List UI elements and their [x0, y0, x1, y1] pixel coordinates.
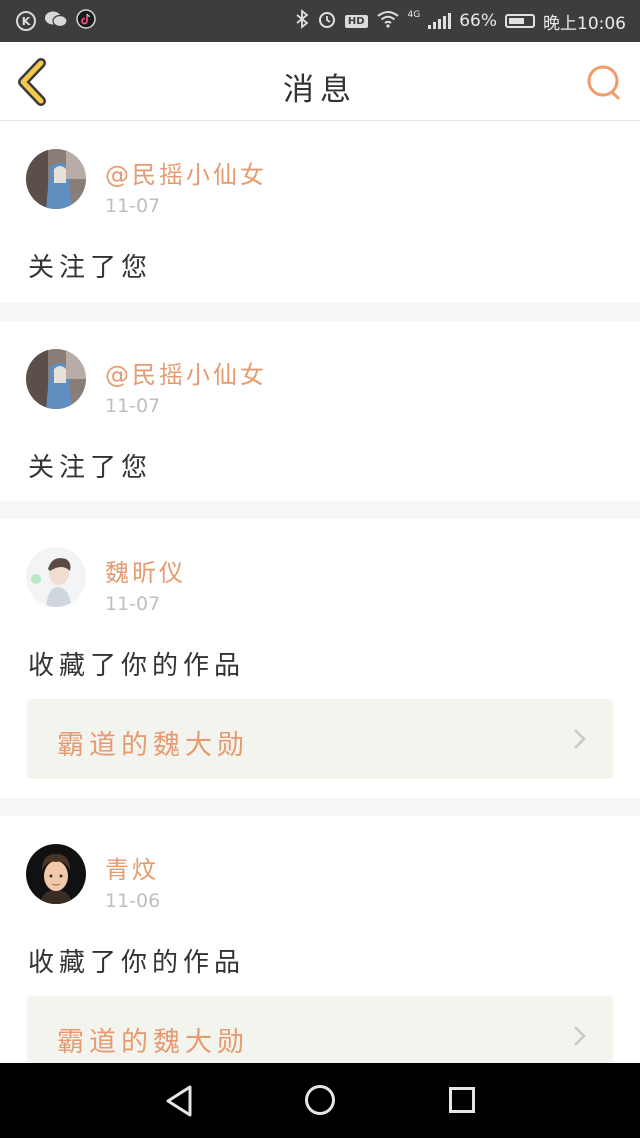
chevron-right-icon [574, 1026, 586, 1046]
system-nav-bar [0, 1063, 640, 1138]
wifi-icon [376, 10, 400, 33]
search-icon [587, 65, 620, 100]
message-action: 关注了您 [28, 253, 153, 283]
user-name[interactable]: @民摇小仙女 [105, 155, 267, 190]
message-action: 收藏了你的作品 [28, 948, 246, 978]
wechat-icon [44, 10, 68, 33]
hd-icon: HD [344, 14, 368, 28]
tiktok-icon [76, 8, 96, 34]
work-title: 霸道的魏大勋 [57, 1027, 249, 1058]
k-app-icon: K [16, 11, 36, 31]
page-title: 消息 [283, 72, 357, 108]
message-card[interactable]: 魏昕仪 11-07 收藏了你的作品 霸道的魏大勋 [0, 519, 640, 798]
message-date: 11-06 [105, 890, 161, 912]
message-date: 11-07 [105, 195, 161, 217]
header: 消息 [0, 42, 640, 121]
avatar[interactable] [26, 844, 86, 904]
work-title: 霸道的魏大勋 [57, 730, 249, 761]
message-action: 关注了您 [28, 453, 153, 483]
status-bar-right: HD 4G 66% 晚上10:06 [295, 8, 626, 34]
message-date: 11-07 [105, 593, 161, 615]
message-card[interactable]: @民摇小仙女 11-07 关注了您 [0, 121, 640, 303]
message-date: 11-07 [105, 395, 161, 417]
avatar[interactable] [26, 349, 86, 409]
message-action: 收藏了你的作品 [28, 651, 246, 681]
battery-percent: 66% [459, 11, 497, 31]
message-card[interactable]: @民摇小仙女 11-07 关注了您 [0, 321, 640, 501]
chevron-right-icon [574, 729, 586, 749]
status-time: 晚上10:06 [543, 13, 626, 34]
bluetooth-icon [295, 8, 309, 34]
alarm-icon [317, 9, 337, 34]
user-name[interactable]: 青炆 [105, 850, 159, 885]
message-list: @民摇小仙女 11-07 关注了您 @民摇小仙女 11-07 关注了您 魏昕仪 … [0, 121, 640, 1134]
nav-back-icon[interactable] [162, 1083, 196, 1119]
status-bar: K HD 4G 66% 晚上10:06 [0, 0, 640, 42]
search-button[interactable] [584, 62, 624, 102]
user-name[interactable]: @民摇小仙女 [105, 355, 267, 390]
signal-icon [428, 13, 452, 29]
user-name[interactable]: 魏昕仪 [105, 553, 186, 588]
nav-recent-icon[interactable] [449, 1087, 475, 1113]
avatar[interactable] [26, 149, 86, 209]
work-link[interactable]: 霸道的魏大勋 [27, 699, 613, 779]
nav-home-icon[interactable] [305, 1085, 335, 1115]
avatar[interactable] [26, 547, 86, 607]
battery-icon [505, 14, 535, 28]
status-bar-left: K [16, 8, 96, 34]
network-type-label: 4G [407, 10, 421, 20]
